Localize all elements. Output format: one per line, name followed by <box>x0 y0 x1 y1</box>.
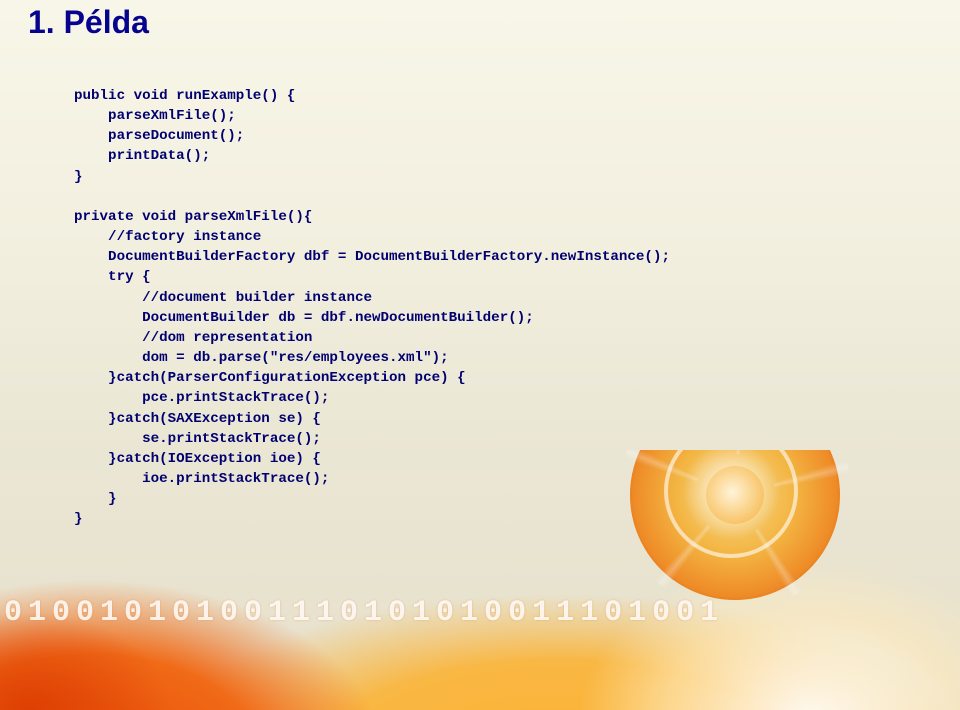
code-line: } <box>74 491 117 507</box>
code-block: public void runExample() { parseXmlFile(… <box>74 86 670 529</box>
code-line: ioe.printStackTrace(); <box>74 471 329 487</box>
flare-icon <box>0 550 260 710</box>
binary-text: 1010010101001110101010011101001 <box>0 596 960 630</box>
code-line: try { <box>74 269 151 285</box>
code-line: DocumentBuilderFactory dbf = DocumentBui… <box>74 249 670 265</box>
code-line: parseDocument(); <box>74 128 244 144</box>
code-line: private void parseXmlFile(){ <box>74 209 312 225</box>
code-line: public void runExample() { <box>74 88 295 104</box>
code-line: } <box>74 511 83 527</box>
wave-icon <box>0 505 680 710</box>
code-line: //dom representation <box>74 330 312 346</box>
code-line: }catch(IOException ioe) { <box>74 451 321 467</box>
code-line: pce.printStackTrace(); <box>74 390 329 406</box>
code-line: dom = db.parse("res/employees.xml"); <box>74 350 449 366</box>
code-line: }catch(ParserConfigurationException pce)… <box>74 370 466 386</box>
code-line: printData(); <box>74 148 210 164</box>
code-line: DocumentBuilder db = dbf.newDocumentBuil… <box>74 310 534 326</box>
wave-icon <box>130 535 960 710</box>
slide-title: 1. Példa <box>28 4 149 41</box>
code-line: parseXmlFile(); <box>74 108 236 124</box>
slide: 1. Példa public void runExample() { pars… <box>0 0 960 710</box>
disc-ring-icon <box>664 450 798 558</box>
disc-core-icon <box>706 466 764 524</box>
code-line: } <box>74 169 83 185</box>
code-line: se.printStackTrace(); <box>74 431 321 447</box>
code-line: //factory instance <box>74 229 261 245</box>
code-line: //document builder instance <box>74 290 372 306</box>
code-line: }catch(SAXException se) { <box>74 411 321 427</box>
